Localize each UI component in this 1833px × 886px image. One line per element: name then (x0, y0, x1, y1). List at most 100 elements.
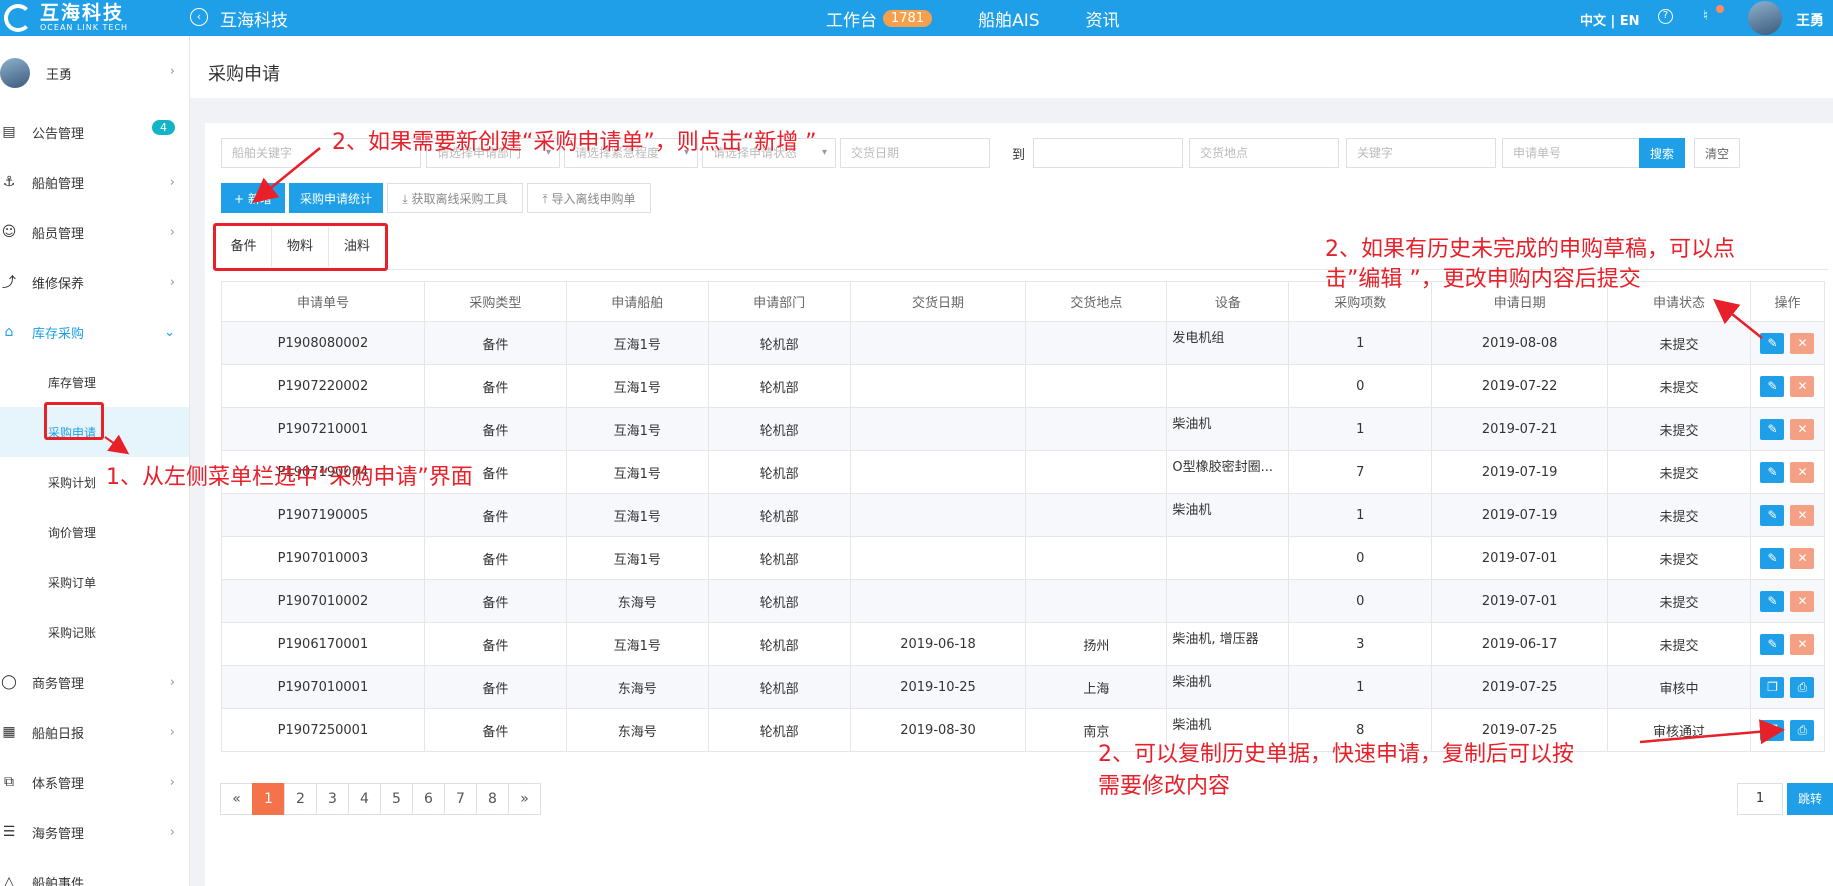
cell-count: 0 (1288, 579, 1433, 623)
page-button[interactable]: 7 (444, 783, 477, 815)
import-button[interactable]: ⤒ 导入离线申购单 (527, 183, 651, 213)
keyword-input[interactable]: 关键字 (1346, 138, 1496, 168)
logo[interactable]: 互海科技 OCEAN LINK TECH (4, 2, 128, 34)
bell-icon[interactable]: ♮ (1703, 8, 1708, 24)
edit-icon[interactable]: ✎ (1760, 590, 1785, 612)
delete-icon[interactable]: ✕ (1790, 590, 1815, 612)
sidebar-item-system[interactable]: ⧉ 体系管理 › (0, 757, 189, 807)
sidebar-item-inventory[interactable]: ⌂ 库存采购 ⌄ (0, 307, 189, 357)
stats-button[interactable]: 采购申请统计 (289, 183, 383, 213)
sidebar-subitem-purchase-order[interactable]: 采购订单 (0, 557, 189, 607)
delivery-date-to[interactable] (1033, 138, 1183, 168)
sidebar-subitem-inquiry[interactable]: 询价管理 (0, 507, 189, 557)
table-row[interactable]: P1907220002 备件 互海1号 轮机部 0 2019-07-22 未提交 ✎ ✕ (221, 364, 1826, 408)
sidebar-subitem-accounting[interactable]: 采购记账 (0, 607, 189, 657)
page-button[interactable]: 5 (380, 783, 413, 815)
page-button[interactable]: 1 (252, 783, 285, 815)
delete-icon[interactable]: ✕ (1790, 547, 1815, 569)
cell-actions: ✎ ✕ (1749, 493, 1826, 537)
calendar-icon: ▦ (2, 724, 16, 740)
table-row[interactable]: P1907250001 备件 东海号 轮机部 2019-08-30 南京 柴油机 8 2019-… (221, 708, 1826, 752)
table-row[interactable]: P1907010003 备件 互海1号 轮机部 0 2019-07-01 未提交 ✎ ✕ (221, 536, 1826, 580)
cell-ship: 互海1号 (565, 364, 709, 408)
sidebar-item-crew[interactable]: ☺ 船员管理 › (0, 207, 189, 257)
nav-news[interactable]: 资讯 (1086, 6, 1120, 31)
language-switch[interactable]: 中文 | EN (1580, 10, 1640, 29)
cell-status: 未提交 (1607, 493, 1751, 537)
table-row[interactable]: P1908080002 备件 互海1号 轮机部 发电机组 1 2019-08-08 未提交 ✎ ✕ (221, 321, 1826, 365)
edit-icon[interactable]: ✎ (1760, 375, 1785, 397)
sidebar-item-notice[interactable]: ▤ 公告管理 4 (0, 107, 189, 157)
cell-delivery-date (849, 407, 1027, 451)
cell-device: 柴油机 (1166, 407, 1290, 451)
copy-icon[interactable]: ❐ (1760, 676, 1785, 698)
nav-workbench[interactable]: 工作台 1781 (826, 6, 933, 31)
page-button[interactable]: 4 (348, 783, 381, 815)
top-username[interactable]: 王勇 (1796, 10, 1824, 30)
page-button[interactable]: 6 (412, 783, 445, 815)
add-button[interactable]: + 新增 (221, 183, 285, 213)
copy-icon[interactable]: ❐ (1760, 719, 1785, 741)
sidebar-item-ship[interactable]: ⚓ 船舶管理 › (0, 157, 189, 207)
jump-button[interactable]: 跳转 (1787, 783, 1833, 815)
delete-icon[interactable]: ✕ (1790, 504, 1815, 526)
edit-icon[interactable]: ✎ (1760, 461, 1785, 483)
sidebar-item-daily-report[interactable]: ▦ 船舶日报 › (0, 707, 189, 757)
col-dept: 申请部门 (707, 281, 851, 322)
edit-icon[interactable]: ✎ (1760, 633, 1785, 655)
table-row[interactable]: P1907190005 备件 互海1号 轮机部 柴油机 1 2019-07-19 未提交 ✎ ✕ (221, 493, 1826, 537)
cell-dept: 轮机部 (707, 579, 851, 623)
jump-page-input[interactable]: 1 (1737, 783, 1783, 815)
page-button[interactable]: 8 (476, 783, 509, 815)
delivery-date-from[interactable]: 交货日期 (840, 138, 990, 168)
date-range-separator: 到 (1012, 148, 1026, 163)
cell-apply-date: 2019-07-25 (1431, 665, 1609, 709)
next-page-button[interactable]: » (508, 783, 541, 815)
tab-spare-parts[interactable]: 备件 (216, 227, 273, 267)
table-row[interactable]: P1907210001 备件 互海1号 轮机部 柴油机 1 2019-07-21 未提交 ✎ ✕ (221, 407, 1826, 451)
prev-page-button[interactable]: « (220, 783, 253, 815)
nav-ship-ais[interactable]: 船舶AIS (978, 6, 1039, 31)
back-icon[interactable]: ‹ (190, 8, 208, 26)
page-button[interactable]: 3 (316, 783, 349, 815)
sidebar-subitem-label: 采购记账 (48, 625, 97, 640)
help-icon[interactable]: ? (1658, 9, 1673, 24)
cell-delivery-date (849, 364, 1027, 408)
table-row[interactable]: P1907010002 备件 东海号 轮机部 0 2019-07-01 未提交 ✎ ✕ (221, 579, 1826, 623)
sidebar-subitem-inventory-mgmt[interactable]: 库存管理 (0, 357, 189, 407)
tab-materials[interactable]: 物料 (272, 227, 329, 267)
table-row[interactable]: P1907010001 备件 东海号 轮机部 2019-10-25 上海 柴油机 1 2019-… (221, 665, 1826, 709)
edit-icon[interactable]: ✎ (1760, 418, 1785, 440)
delete-icon[interactable]: ✕ (1790, 332, 1815, 354)
clear-button[interactable]: 清空 (1694, 138, 1740, 168)
offline-tool-button[interactable]: ⤓ 获取离线采购工具 (387, 183, 523, 213)
edit-icon[interactable]: ✎ (1760, 547, 1785, 569)
cell-status: 未提交 (1607, 579, 1751, 623)
avatar[interactable] (1748, 1, 1782, 35)
page-button[interactable]: 2 (284, 783, 317, 815)
delete-icon[interactable]: ✕ (1790, 375, 1815, 397)
search-button[interactable]: 搜索 (1639, 138, 1685, 168)
delete-icon[interactable]: ✕ (1790, 633, 1815, 655)
edit-icon[interactable]: ✎ (1760, 332, 1785, 354)
sidebar-item-maintenance[interactable]: ⤴ 维修保养 › (0, 257, 189, 307)
sidebar-user[interactable]: 王勇 › (0, 36, 189, 107)
tab-oil[interactable]: 油料 (329, 227, 385, 267)
delete-icon[interactable]: ✕ (1790, 461, 1815, 483)
chevron-right-icon: › (169, 224, 175, 240)
sidebar-item-events[interactable]: △ 船舶事件 (0, 857, 189, 886)
sidebar-subitem-label: 库存管理 (48, 375, 97, 390)
print-icon[interactable]: ⎙ (1790, 719, 1815, 741)
cell-ship: 东海号 (565, 579, 709, 623)
sidebar-item-marine[interactable]: ☰ 海务管理 › (0, 807, 189, 857)
sidebar-item-business[interactable]: ◯ 商务管理 › (0, 657, 189, 707)
pagination: « 1 2 3 4 5 6 7 8 » (220, 783, 541, 815)
cell-count: 3 (1288, 622, 1433, 666)
chevron-right-icon: › (169, 174, 175, 190)
delivery-place-input[interactable]: 交货地点 (1189, 138, 1339, 168)
order-no-input[interactable]: 申请单号 (1502, 138, 1652, 168)
print-icon[interactable]: ⎙ (1790, 676, 1815, 698)
delete-icon[interactable]: ✕ (1790, 418, 1815, 440)
table-row[interactable]: P1906170001 备件 互海1号 轮机部 2019-06-18 扬州 柴油机, 增压器… (221, 622, 1826, 666)
edit-icon[interactable]: ✎ (1760, 504, 1785, 526)
